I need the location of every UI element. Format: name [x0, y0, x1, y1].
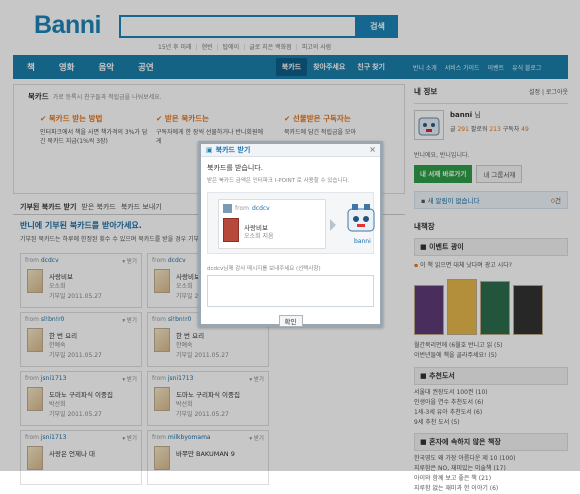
- list-item[interactable]: 지루함 없는 재미과 한 이야기 (6): [414, 484, 568, 494]
- from-label: from: [235, 205, 249, 212]
- card-preview: from dcdcv 사랑비보 오소희 지음: [218, 199, 326, 249]
- message-label: dcdcv님께 감사 메시지를 보내주세요 (선택사항): [207, 266, 321, 272]
- modal-header: ▣ 북카드 받기 ×: [201, 144, 380, 157]
- arrow-right-icon: [330, 219, 336, 231]
- card-icon: ▣: [206, 146, 213, 154]
- to-user: banni: [354, 238, 371, 245]
- avatar-icon: [223, 204, 232, 213]
- bookcard-modal: ▣ 북카드 받기 × 북카드를 받습니다. 받은 북카드 금액은 인터파크 I-…: [198, 141, 383, 327]
- list-item[interactable]: 아이와 함께 보고 좋은 책 (21): [414, 474, 568, 484]
- modal-line1: 북카드를 받습니다.: [207, 164, 263, 172]
- message-textarea[interactable]: [207, 275, 374, 307]
- confirm-button[interactable]: 확인: [278, 315, 303, 327]
- book-author: 오소희 지음: [244, 233, 274, 240]
- close-icon[interactable]: ×: [369, 145, 376, 154]
- modal-line2: 받은 북카드 금액은 인터파크 I-POINT 로 사용할 수 있습니다.: [207, 178, 350, 184]
- book-cover: [223, 218, 239, 242]
- modal-title: 북카드 받기: [215, 146, 251, 154]
- mascot-icon: [344, 201, 378, 235]
- from-user: dcdcv: [251, 205, 270, 212]
- transfer-box: from dcdcv 사랑비보 오소희 지음 banni: [207, 192, 375, 254]
